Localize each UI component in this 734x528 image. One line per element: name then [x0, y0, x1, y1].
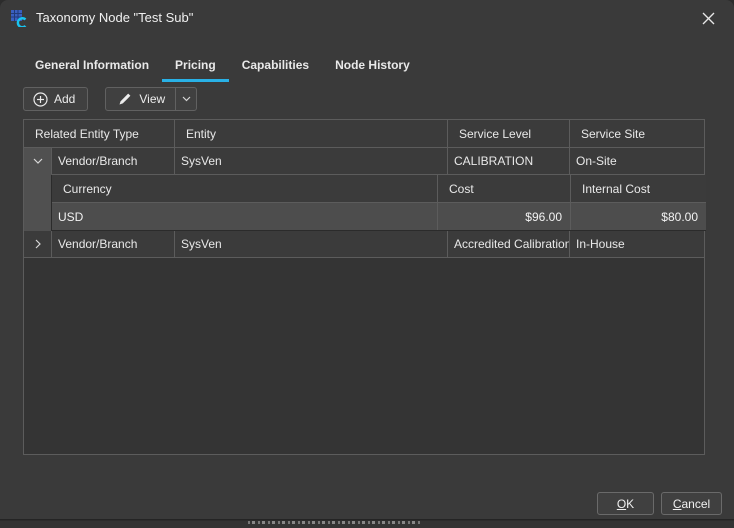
row-detail-section: Currency Cost Internal Cost USD $96.00 $… [24, 175, 704, 231]
expand-collapse-chevron[interactable] [24, 231, 52, 258]
taxonomy-node-icon [10, 9, 28, 27]
cell-cost[interactable]: $96.00 [438, 203, 571, 230]
header-service-level[interactable]: Service Level [448, 120, 570, 148]
table-row[interactable]: Vendor/Branch SysVen CALIBRATION On-Site [24, 148, 704, 175]
detail-header-row: Currency Cost Internal Cost [52, 175, 706, 203]
circle-plus-icon [33, 92, 48, 107]
cancel-button[interactable]: Cancel [661, 492, 722, 515]
header-internal-cost[interactable]: Internal Cost [571, 175, 706, 203]
header-currency[interactable]: Currency [52, 175, 438, 203]
cancel-button-label: ancel [681, 497, 710, 511]
cell-entity[interactable]: SysVen [175, 148, 448, 175]
cell-currency[interactable]: USD [52, 203, 438, 230]
cell-service-site[interactable]: On-Site [570, 148, 704, 175]
view-split-button: View [105, 87, 197, 111]
ok-button-label: K [626, 497, 634, 511]
header-cost[interactable]: Cost [438, 175, 571, 203]
clipped-background-text [248, 521, 421, 524]
title-bar: Taxonomy Node "Test Sub" [0, 0, 734, 36]
chevron-down-icon [33, 158, 43, 164]
ok-button[interactable]: OK [597, 492, 654, 515]
ok-button-mnemonic: O [617, 497, 626, 511]
header-service-site[interactable]: Service Site [570, 120, 704, 148]
expand-collapse-chevron[interactable] [24, 148, 52, 175]
cell-related-entity-type[interactable]: Vendor/Branch [52, 148, 175, 175]
tab-node-history[interactable]: Node History [322, 54, 423, 82]
cell-related-entity-type[interactable]: Vendor/Branch [52, 231, 175, 258]
view-button-label: View [139, 92, 165, 106]
table-header-row: Related Entity Type Entity Service Level… [24, 120, 704, 148]
view-dropdown-chevron-icon[interactable] [176, 88, 196, 110]
taxonomy-node-dialog: Taxonomy Node "Test Sub" General Informa… [0, 0, 734, 520]
pricing-table: Related Entity Type Entity Service Level… [23, 119, 705, 455]
tab-capabilities[interactable]: Capabilities [229, 54, 322, 82]
cell-service-level[interactable]: Accredited Calibration [448, 231, 570, 258]
tab-bar: General Information Pricing Capabilities… [22, 54, 423, 82]
cell-service-level[interactable]: CALIBRATION [448, 148, 570, 175]
pencil-icon [118, 92, 132, 106]
cell-service-site[interactable]: In-House [570, 231, 704, 258]
background-window-strip [0, 521, 734, 528]
toolbar: Add View [23, 87, 197, 111]
table-row[interactable]: Vendor/Branch SysVen Accredited Calibrat… [24, 231, 704, 258]
chevron-right-icon [35, 239, 41, 249]
view-button[interactable]: View [106, 88, 175, 110]
detail-indent-strip [24, 175, 52, 231]
add-button-label: Add [54, 92, 75, 106]
add-button[interactable]: Add [23, 87, 88, 111]
tab-pricing[interactable]: Pricing [162, 54, 229, 82]
cell-entity[interactable]: SysVen [175, 231, 448, 258]
close-icon[interactable] [694, 6, 722, 30]
header-entity[interactable]: Entity [175, 120, 448, 148]
dialog-title: Taxonomy Node "Test Sub" [36, 10, 193, 25]
detail-row-selected[interactable]: USD $96.00 $80.00 [52, 203, 706, 230]
tab-general-information[interactable]: General Information [22, 54, 162, 82]
detail-subtable: Currency Cost Internal Cost USD $96.00 $… [52, 175, 706, 231]
cell-internal-cost[interactable]: $80.00 [571, 203, 706, 230]
header-related-entity-type[interactable]: Related Entity Type [24, 120, 175, 148]
